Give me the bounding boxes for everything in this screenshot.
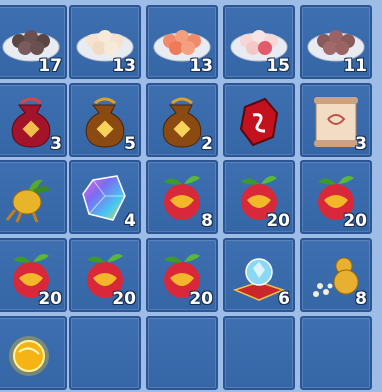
item-count: 6 bbox=[278, 289, 290, 309]
slot-14[interactable]: 20 bbox=[223, 160, 295, 234]
item-count: 11 bbox=[343, 56, 367, 76]
slot-20[interactable]: 8 bbox=[300, 238, 372, 312]
item-count: 17 bbox=[38, 56, 62, 76]
slot-23-empty[interactable] bbox=[146, 316, 218, 390]
slot-13[interactable]: 8 bbox=[146, 160, 218, 234]
slot-5[interactable]: 11 bbox=[300, 5, 372, 79]
item-count: 3 bbox=[50, 134, 62, 154]
item-count: 20 bbox=[38, 289, 62, 309]
slot-19[interactable]: 6 bbox=[223, 238, 295, 312]
golden-root-icon bbox=[5, 179, 51, 223]
item-count: 8 bbox=[201, 211, 213, 231]
slot-7[interactable]: 5 bbox=[69, 83, 141, 157]
slot-17[interactable]: 20 bbox=[69, 238, 141, 312]
slot-16[interactable]: 20 bbox=[0, 238, 67, 312]
slot-9[interactable] bbox=[223, 83, 295, 157]
slot-4[interactable]: 15 bbox=[223, 5, 295, 79]
item-count: 20 bbox=[343, 211, 367, 231]
slot-22-empty[interactable] bbox=[69, 316, 141, 390]
item-count: 13 bbox=[189, 56, 213, 76]
slot-11[interactable] bbox=[0, 160, 67, 234]
slot-24-empty[interactable] bbox=[223, 316, 295, 390]
red-rune-stone-icon bbox=[239, 97, 279, 147]
slot-8[interactable]: 2 bbox=[146, 83, 218, 157]
item-count: 20 bbox=[189, 289, 213, 309]
item-count: 20 bbox=[112, 289, 136, 309]
item-count: 3 bbox=[355, 134, 367, 154]
slot-6[interactable]: 3 bbox=[0, 83, 67, 157]
slot-1[interactable]: 17 bbox=[0, 5, 67, 79]
slot-3[interactable]: 13 bbox=[146, 5, 218, 79]
item-count: 5 bbox=[124, 134, 136, 154]
item-count: 15 bbox=[266, 56, 290, 76]
slot-18[interactable]: 20 bbox=[146, 238, 218, 312]
slot-25-empty[interactable] bbox=[300, 316, 372, 390]
slot-10[interactable]: 3 bbox=[300, 83, 372, 157]
slot-2[interactable]: 13 bbox=[69, 5, 141, 79]
golden-orb-icon bbox=[9, 336, 49, 376]
item-count: 13 bbox=[112, 56, 136, 76]
item-count: 20 bbox=[266, 211, 290, 231]
slot-21[interactable] bbox=[0, 316, 67, 390]
item-count: 4 bbox=[124, 211, 136, 231]
item-count: 8 bbox=[355, 289, 367, 309]
item-count: 2 bbox=[201, 134, 213, 154]
slot-15[interactable]: 20 bbox=[300, 160, 372, 234]
slot-12[interactable]: 4 bbox=[69, 160, 141, 234]
inventory-grid: 17 13 13 15 11 3 5 2 3 4 8 20 20 20 20 2… bbox=[0, 0, 382, 392]
